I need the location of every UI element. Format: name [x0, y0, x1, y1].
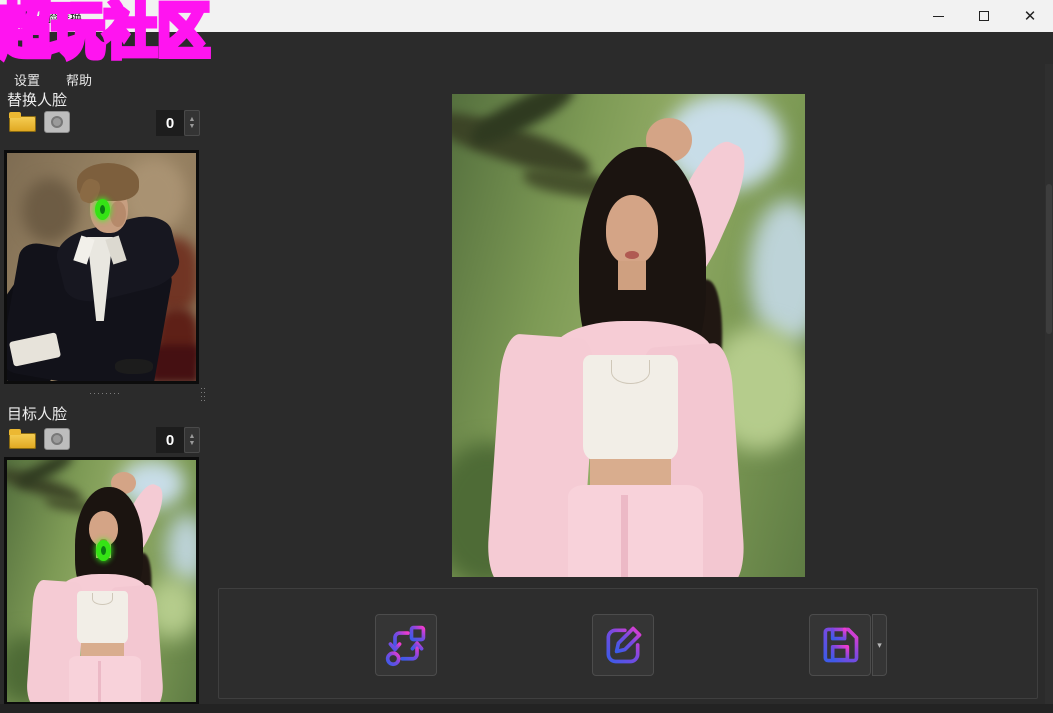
camera-icon: [51, 116, 63, 128]
horizontal-splitter-handle[interactable]: ········: [86, 391, 124, 397]
menu-item-settings[interactable]: 设置: [10, 69, 44, 89]
menu-item-help[interactable]: 帮助: [62, 69, 96, 89]
edit-icon: [601, 623, 645, 667]
save-icon: [818, 623, 862, 667]
maximize-icon: [979, 11, 989, 21]
save-options-dropdown[interactable]: ▾: [872, 614, 887, 676]
minimize-icon: [933, 16, 944, 17]
close-button[interactable]: ✕: [1007, 0, 1053, 32]
source-tool-row: 0 ▲ ▼: [8, 110, 200, 136]
result-preview: [452, 94, 805, 577]
close-icon: ✕: [1024, 7, 1037, 25]
app-body: 设置 帮助 替换人脸 0 ▲ ▼: [0, 32, 1053, 681]
swap-icon: [384, 623, 428, 667]
bottom-toolbar-panel: ▾: [218, 588, 1038, 699]
menu-bar: 设置 帮助: [10, 69, 96, 89]
app-icon: [9, 7, 27, 25]
detected-face-marker: [95, 199, 110, 220]
result-image: [452, 94, 805, 577]
scrollbar-thumb[interactable]: [1046, 184, 1052, 334]
window-title: 人脸替换: [34, 9, 82, 26]
detected-face-marker: [96, 540, 111, 561]
target-face-index-value[interactable]: 0: [156, 427, 184, 453]
bottom-strip: [0, 704, 1053, 713]
chevron-up-icon[interactable]: ▲: [189, 116, 196, 123]
swap-faces-button[interactable]: [375, 614, 437, 676]
camera-icon: [51, 433, 63, 445]
folder-icon: [9, 433, 36, 449]
target-face-index-spinbox[interactable]: 0 ▲ ▼: [156, 427, 200, 453]
vertical-splitter-handle[interactable]: ········: [199, 386, 207, 420]
source-face-index-spinbox[interactable]: 0 ▲ ▼: [156, 110, 200, 136]
chevron-down-icon[interactable]: ▼: [189, 123, 196, 130]
title-bar: 人脸替换 ✕: [0, 0, 1053, 32]
vertical-scrollbar[interactable]: [1045, 64, 1053, 713]
chevron-down-icon[interactable]: ▼: [189, 440, 196, 447]
chevron-down-icon: ▾: [877, 640, 882, 651]
target-face-thumbnail[interactable]: [4, 457, 199, 705]
target-open-folder-button[interactable]: [8, 429, 38, 451]
target-tool-row: 0 ▲ ▼: [8, 427, 200, 453]
source-face-image: [7, 153, 196, 381]
folder-icon: [9, 116, 36, 132]
source-face-label: 替换人脸: [7, 89, 67, 110]
target-face-image: [7, 460, 196, 702]
source-face-index-value[interactable]: 0: [156, 110, 184, 136]
target-camera-button[interactable]: [44, 428, 70, 450]
minimize-button[interactable]: [915, 0, 961, 32]
target-spin-buttons[interactable]: ▲ ▼: [184, 427, 200, 453]
chevron-up-icon[interactable]: ▲: [189, 433, 196, 440]
source-face-thumbnail[interactable]: [4, 150, 199, 384]
maximize-button[interactable]: [961, 0, 1007, 32]
source-spin-buttons[interactable]: ▲ ▼: [184, 110, 200, 136]
source-camera-button[interactable]: [44, 111, 70, 133]
save-button[interactable]: [809, 614, 871, 676]
source-open-folder-button[interactable]: [8, 112, 38, 134]
edit-button[interactable]: [592, 614, 654, 676]
target-face-label: 目标人脸: [7, 403, 67, 424]
